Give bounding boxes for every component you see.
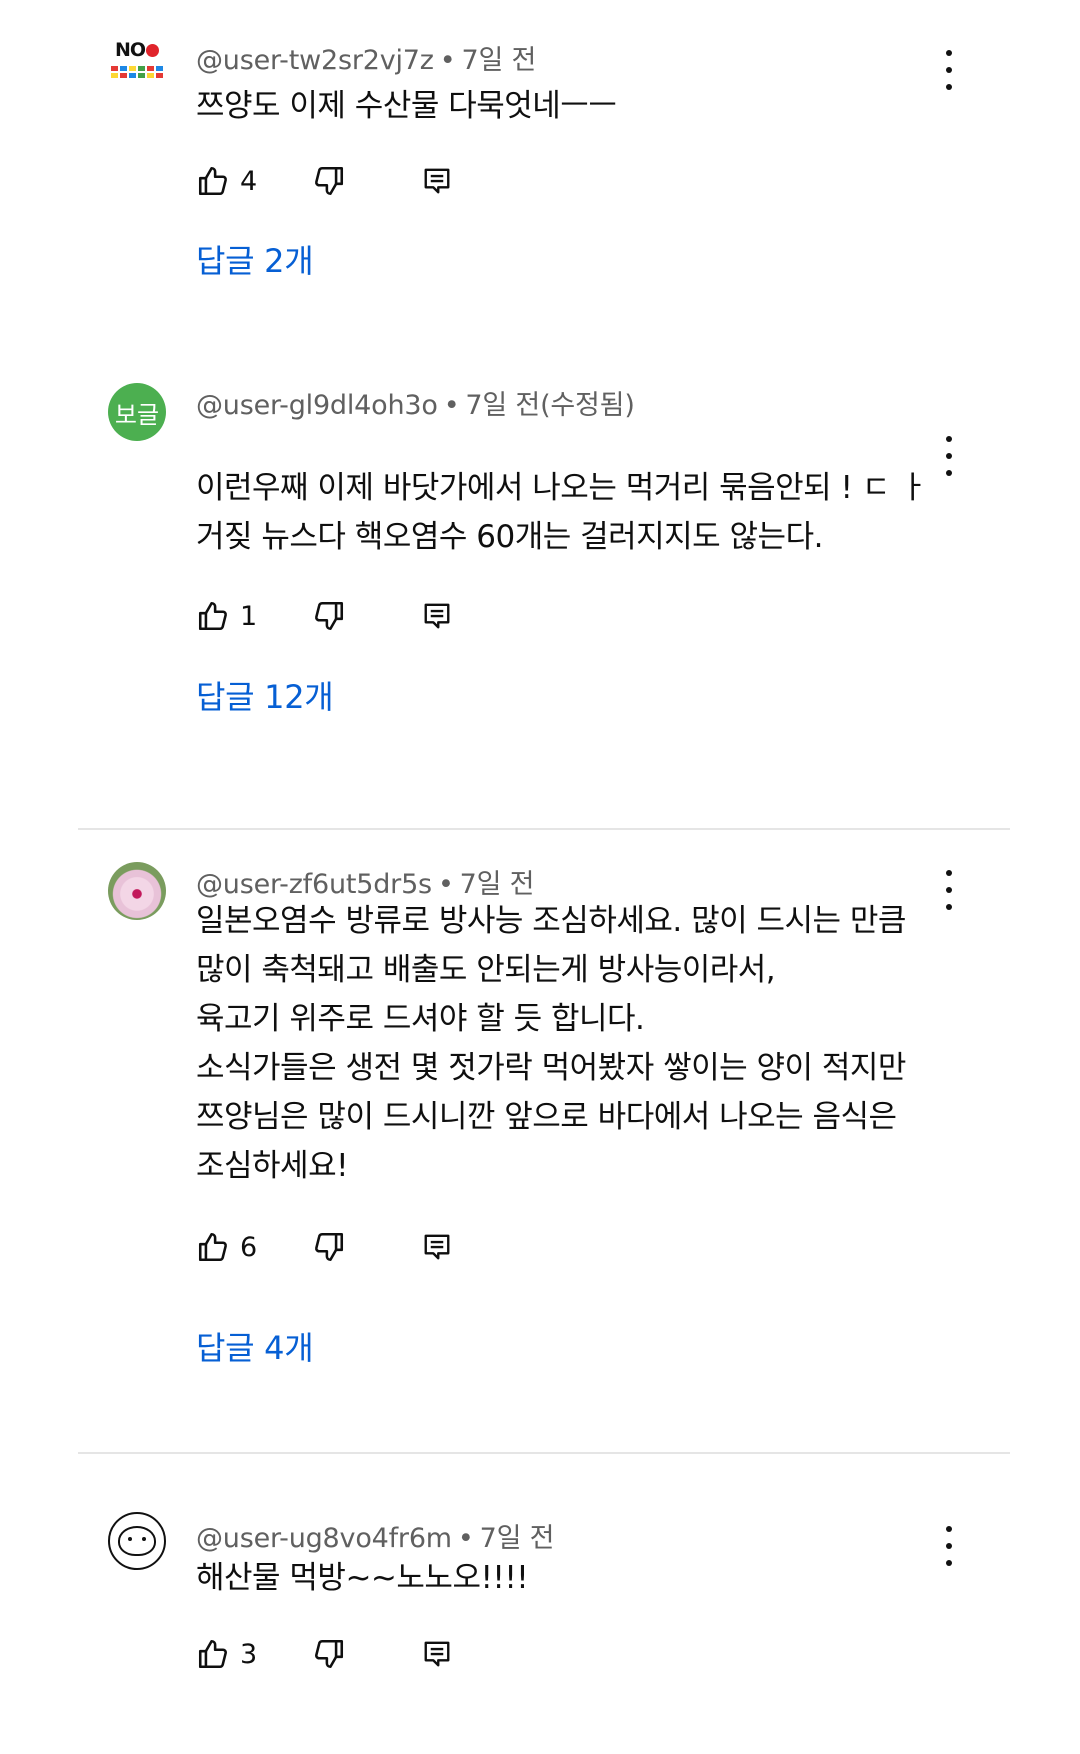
dislike-button[interactable] (312, 1227, 346, 1267)
replies-toggle[interactable]: 답글 2개 (196, 236, 314, 282)
comment-text: 해산물 먹방~~노노오!!!! (196, 1560, 529, 1596)
thumbs-up-icon (198, 166, 227, 196)
like-button[interactable]: 6 (196, 1227, 257, 1267)
dislike-button[interactable] (312, 596, 346, 636)
avatar[interactable] (108, 1512, 166, 1570)
avatar-initials: 보글 (114, 400, 160, 429)
cat-face-graphic (118, 1526, 156, 1556)
more-vertical-icon[interactable] (936, 436, 962, 476)
more-vertical-icon[interactable] (936, 870, 962, 910)
comment-text: 이런우째 이제 바닷가에서 나오는 먹거리 묶음안되 ! ㄷ ㅏ 거짖 뉴스다 … (196, 470, 928, 555)
reply-button[interactable] (422, 1634, 452, 1674)
comment-meta: @user-zf6ut5dr5s • 7일 전 (196, 869, 535, 900)
comment-text: 일본오염수 방류로 방사능 조심하세요. 많이 드시는 만큼 많이 축척돼고 배… (196, 903, 906, 1184)
replies-toggle[interactable]: 답글 12개 (196, 672, 334, 718)
like-count: 4 (240, 165, 258, 197)
thumbs-down-icon (315, 1639, 344, 1669)
author-name[interactable]: @user-ug8vo4fr6m (196, 1523, 452, 1554)
like-button[interactable]: 3 (196, 1634, 257, 1674)
thumbs-up-icon (198, 1639, 227, 1669)
comment-actions: 4 (196, 161, 796, 201)
reply-button[interactable] (422, 596, 452, 636)
comment-meta: @user-gl9dl4oh3o • 7일 전(수정됨) (196, 390, 635, 421)
author-name[interactable]: @user-gl9dl4oh3o (196, 390, 438, 421)
reply-button[interactable] (422, 1227, 452, 1267)
more-vertical-icon[interactable] (936, 50, 962, 90)
reply-comment-icon (424, 168, 450, 194)
thumbs-down-icon (315, 601, 344, 631)
comment-time: 7일 전 (461, 45, 537, 76)
dislike-button[interactable] (312, 161, 346, 201)
thumbs-up-icon (198, 601, 227, 631)
comment-time: 7일 전(수정됨) (465, 390, 635, 421)
more-vertical-icon[interactable] (936, 1526, 962, 1566)
like-count: 6 (240, 1231, 258, 1263)
divider (78, 1452, 1010, 1454)
comment-actions: 3 (196, 1634, 796, 1674)
avatar[interactable] (108, 862, 166, 920)
dislike-button[interactable] (312, 1634, 346, 1674)
like-button[interactable]: 1 (196, 596, 257, 636)
divider (78, 828, 1010, 830)
avatar[interactable]: 보글 (108, 383, 166, 441)
like-button[interactable]: 4 (196, 161, 257, 201)
like-count: 1 (240, 600, 258, 632)
flags-graphic (111, 66, 163, 78)
comment-time: 7일 전 (459, 869, 535, 900)
author-name[interactable]: @user-tw2sr2vj7z (196, 45, 434, 76)
comment-actions: 1 (196, 596, 796, 636)
like-count: 3 (240, 1638, 258, 1670)
comment-time: 7일 전 (479, 1523, 555, 1554)
thumbs-down-icon (315, 1232, 344, 1262)
reply-button[interactable] (422, 161, 452, 201)
comment-meta: @user-ug8vo4fr6m • 7일 전 (196, 1523, 555, 1554)
avatar[interactable]: NO (108, 38, 166, 96)
author-name[interactable]: @user-zf6ut5dr5s (196, 869, 432, 900)
comment-meta: @user-tw2sr2vj7z • 7일 전 (196, 45, 537, 76)
avatar-logo-text: NO (114, 39, 146, 61)
thumbs-down-icon (315, 166, 344, 196)
comment-actions: 6 (196, 1227, 796, 1267)
reply-comment-icon (424, 1234, 450, 1260)
reply-comment-icon (424, 603, 450, 629)
reply-comment-icon (424, 1641, 450, 1667)
replies-toggle[interactable]: 답글 4개 (196, 1323, 314, 1369)
thumbs-up-icon (198, 1232, 227, 1262)
comment-text: 쯔양도 이제 수산물 다묵엇네ㅡㅡ (196, 88, 617, 124)
